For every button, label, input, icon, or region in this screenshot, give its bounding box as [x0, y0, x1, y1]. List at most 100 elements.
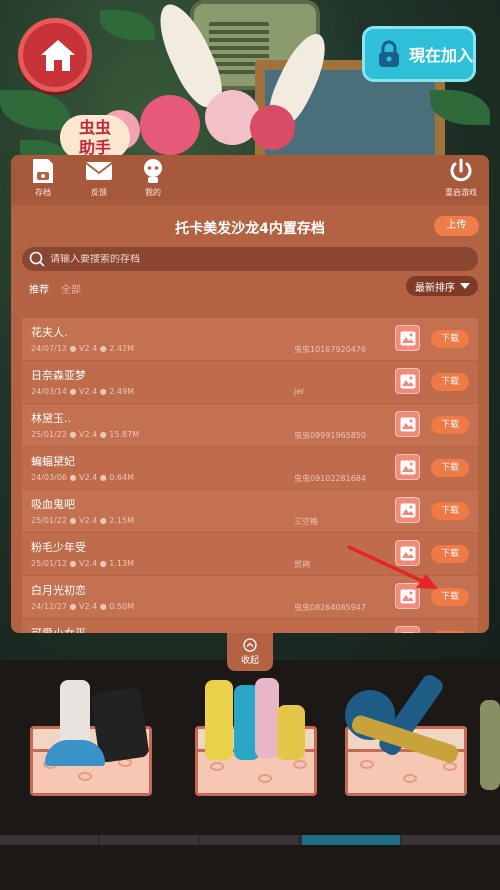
save-date: 24/12/27 — [31, 602, 67, 611]
red-arrow-annotation — [347, 545, 438, 589]
save-tab-button[interactable]: 存档 — [21, 157, 65, 198]
save-uploader: 贺鸽 — [294, 560, 310, 569]
join-now-button[interactable]: 現在加入 — [362, 26, 476, 82]
download-button[interactable]: 下载 — [431, 416, 469, 434]
sort-label: 最新排序 — [415, 282, 455, 294]
lock-icon — [379, 40, 399, 67]
save-version: V2.4 — [79, 344, 98, 353]
save-name: 花夫人. — [31, 326, 68, 339]
save-name: 吸血鬼吧 — [31, 498, 75, 511]
home-button[interactable] — [18, 18, 92, 92]
mine-button[interactable]: 我的 — [131, 157, 175, 198]
search-icon — [29, 251, 45, 267]
save-meta: 25/01/22 ● V2.4 ● 15.87M — [31, 430, 140, 439]
upload-button[interactable]: 上传 — [434, 216, 479, 236]
chevron-up-icon — [243, 638, 257, 652]
save-meta: 25/01/22 ● V2.4 ● 2.15M — [31, 516, 135, 525]
save-name: 白月光初恋 — [31, 584, 86, 597]
save-meta: 24/12/27 ● V2.4 ● 0.50M — [31, 602, 135, 611]
save-preview-thumbnail[interactable] — [395, 497, 420, 523]
image-icon — [401, 632, 415, 633]
save-size: 2.42M — [109, 344, 135, 353]
save-file-icon — [33, 159, 53, 183]
image-icon — [400, 460, 416, 475]
scene-shelf — [0, 660, 500, 890]
save-size: 0.64M — [109, 473, 135, 482]
save-uploader: 虫虫09991965850 — [294, 431, 366, 440]
image-icon — [400, 331, 416, 346]
feedback-label: 反馈 — [91, 188, 107, 197]
save-preview-thumbnail[interactable] — [395, 325, 420, 351]
save-meta: 24/07/12 ● V2.4 ● 2.42M — [31, 344, 135, 353]
save-version: V2.4 — [79, 602, 98, 611]
collapse-label: 收起 — [240, 656, 259, 666]
search-bar[interactable] — [22, 247, 478, 271]
download-button[interactable]: 下载 — [431, 502, 469, 520]
save-preview-thumbnail[interactable] — [395, 411, 420, 437]
save-meta: 25/01/12 ● V2.4 ● 1.13M — [31, 559, 135, 568]
save-preview-thumbnail[interactable] — [395, 454, 420, 480]
save-version: V2.4 — [79, 387, 98, 396]
download-button[interactable]: 下载 — [431, 631, 469, 633]
save-tab-label: 存档 — [35, 188, 51, 197]
save-meta: 24/03/06 ● V2.4 ● 0.64M — [31, 473, 135, 482]
save-uploader: jer — [294, 387, 305, 396]
panel-toolbar: 存档 反馈 我的 重启游戏 — [11, 155, 489, 205]
triangle-down-icon — [460, 283, 470, 289]
tab-all[interactable]: 全部 — [61, 281, 81, 296]
save-date: 24/07/12 — [31, 344, 67, 353]
save-date: 25/01/22 — [31, 430, 67, 439]
mine-label: 我的 — [145, 188, 161, 197]
save-preview-thumbnail[interactable] — [395, 626, 420, 633]
save-uploader: 虫虫09102281684 — [294, 474, 366, 483]
save-version: V2.4 — [79, 559, 98, 568]
save-version: V2.4 — [79, 516, 98, 525]
restart-game-label: 重启游戏 — [445, 188, 477, 197]
save-version: V2.4 — [79, 430, 98, 439]
save-row[interactable]: 林黛玉.. 25/01/22 ● V2.4 ● 15.87M 虫虫099919658… — [22, 404, 478, 446]
sign-decoration: 虫虫 助手 — [60, 115, 130, 160]
save-row[interactable]: 吸血鬼吧 25/01/22 ● V2.4 ● 2.15M 三空格 下载 — [22, 490, 478, 532]
mail-icon — [85, 162, 113, 180]
download-button[interactable]: 下载 — [431, 459, 469, 477]
restart-game-button[interactable]: 重启游戏 — [439, 157, 483, 198]
panel-title: 托卡美发沙龙4内置存档 — [175, 221, 325, 237]
save-date: 24/03/06 — [31, 473, 67, 482]
save-preview-thumbnail[interactable] — [395, 368, 420, 394]
save-row[interactable]: 可爱小女巫下载 — [22, 619, 478, 633]
sort-dropdown[interactable]: 最新排序 — [406, 276, 478, 296]
image-icon — [400, 417, 416, 432]
save-version: V2.4 — [79, 473, 98, 482]
save-uploader: 虫虫08264085947 — [294, 603, 366, 612]
shelf-tab-strip — [0, 835, 500, 845]
save-uploader: 三空格 — [294, 517, 318, 526]
tab-recommended[interactable]: 推荐 — [29, 281, 49, 296]
power-icon — [450, 158, 472, 182]
save-row[interactable]: 蝙蝠黛妃 24/03/06 ● V2.4 ● 0.64M 虫虫09102281684… — [22, 447, 478, 489]
save-size: 1.13M — [109, 559, 135, 568]
save-size: 15.87M — [109, 430, 140, 439]
save-meta: 24/03/14 ● V2.4 ● 2.49M — [31, 387, 135, 396]
save-date: 25/01/22 — [31, 516, 67, 525]
save-name: 粉毛少年受 — [31, 541, 86, 554]
save-name: 日奈森亚梦 — [31, 369, 86, 382]
save-date: 25/01/12 — [31, 559, 67, 568]
save-size: 2.49M — [109, 387, 135, 396]
save-size: 0.50M — [109, 602, 135, 611]
join-now-label: 現在加入 — [409, 46, 474, 65]
image-icon — [400, 503, 416, 518]
save-name: 蝙蝠黛妃 — [31, 455, 75, 468]
save-row[interactable]: 花夫人. 24/07/12 ● V2.4 ● 2.42M 虫虫10167920476… — [22, 318, 478, 360]
feedback-button[interactable]: 反馈 — [77, 157, 121, 198]
home-icon — [41, 40, 75, 71]
save-row[interactable]: 日奈森亚梦 24/03/14 ● V2.4 ● 2.49M jer 下载 — [22, 361, 478, 403]
save-name: 可爱小女巫 — [31, 625, 86, 633]
download-button[interactable]: 下载 — [431, 373, 469, 391]
save-size: 2.15M — [109, 516, 135, 525]
collapse-button[interactable]: 收起 — [227, 633, 273, 671]
save-uploader: 虫虫10167920476 — [294, 345, 366, 354]
search-input[interactable] — [50, 253, 450, 265]
image-icon — [400, 374, 416, 389]
download-button[interactable]: 下载 — [431, 330, 469, 348]
save-date: 24/03/14 — [31, 387, 67, 396]
